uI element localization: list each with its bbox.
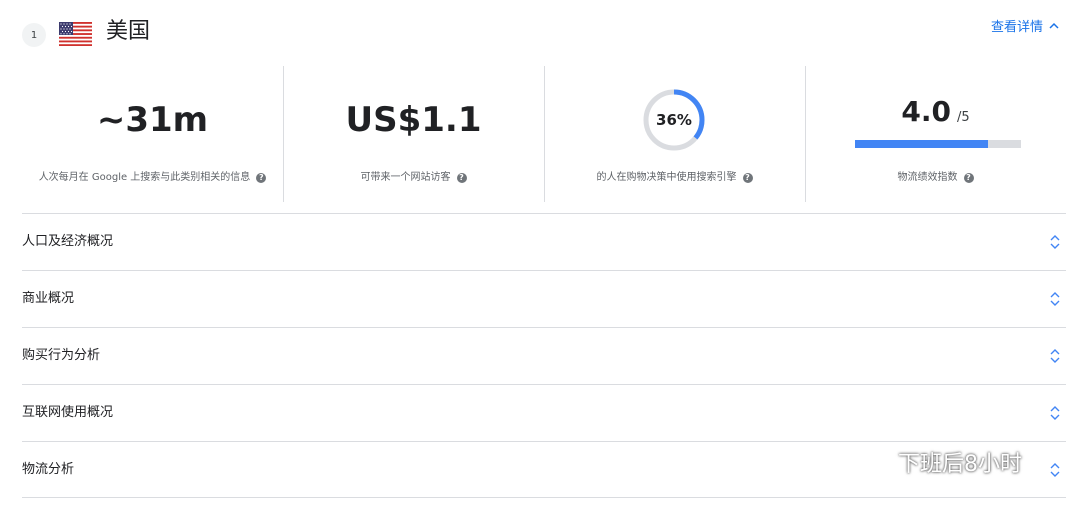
section-title: 物流分析: [22, 462, 75, 477]
stat-label-text: 的人在购物决策中使用搜索引擎: [596, 172, 737, 183]
stat-monthly-searches: ~31m 人次每月在 Google 上搜索与此类别相关的信息 ?: [22, 66, 283, 202]
expand-icon: [1050, 292, 1060, 306]
watermark-text: 下班后8小时: [898, 452, 1022, 477]
stat-label-text: 物流绩效指数: [897, 172, 958, 183]
stat-cost-per-visitor: US$1.1 可带来一个网站访客 ?: [283, 66, 544, 202]
section-purchase-behavior[interactable]: 购买行为分析: [22, 327, 1066, 384]
stat-label: 可带来一个网站访客 ?: [283, 171, 544, 185]
score-bar-fill: [855, 140, 988, 148]
section-title: 人口及经济概况: [22, 234, 114, 249]
section-title: 互联网使用概况: [22, 405, 114, 420]
donut-percent: 36%: [656, 111, 692, 129]
stat-label-text: 可带来一个网站访客: [360, 172, 451, 183]
country-name: 美国: [106, 19, 151, 44]
section-internet-usage[interactable]: 互联网使用概况: [22, 384, 1066, 441]
stats-row: ~31m 人次每月在 Google 上搜索与此类别相关的信息 ? US$1.1 …: [22, 66, 1066, 202]
help-icon[interactable]: ?: [742, 173, 753, 183]
section-business[interactable]: 商业概况: [22, 270, 1066, 327]
section-title: 购买行为分析: [22, 348, 101, 363]
stat-search-usage: 36% 的人在购物决策中使用搜索引擎 ?: [544, 66, 805, 202]
section-demographics[interactable]: 人口及经济概况: [22, 213, 1066, 270]
view-details-link[interactable]: 查看详情: [991, 16, 1059, 35]
expand-icon: [1050, 406, 1060, 420]
view-details-label: 查看详情: [990, 20, 1043, 35]
score-max: /5: [956, 110, 970, 125]
stat-value: US$1.1: [345, 100, 482, 140]
stat-label: 的人在购物决策中使用搜索引擎 ?: [544, 171, 805, 185]
score-value: 4.0: [901, 95, 951, 128]
section-title: 商业概况: [22, 291, 75, 306]
chevron-up-icon: [1049, 22, 1059, 29]
stat-label: 物流绩效指数 ?: [805, 171, 1066, 185]
stat-value: ~31m: [96, 100, 209, 140]
us-flag-icon: [59, 22, 92, 46]
expand-icon: [1050, 235, 1060, 249]
help-icon[interactable]: ?: [963, 173, 974, 183]
expand-icon: [1050, 349, 1060, 363]
help-icon[interactable]: ?: [456, 173, 467, 183]
stat-label-text: 人次每月在 Google 上搜索与此类别相关的信息: [38, 172, 251, 183]
watermark: 下班后8小时: [850, 446, 1022, 478]
help-icon[interactable]: ?: [256, 173, 267, 183]
expand-icon: [1050, 463, 1060, 477]
wechat-icon: [851, 447, 890, 476]
stat-logistics-index: 4.0/5 物流绩效指数 ?: [805, 66, 1066, 202]
score: 4.0/5: [805, 94, 1066, 136]
score-bar: [855, 140, 1021, 148]
country-header: 1 美国 查看详情: [0, 0, 1080, 66]
stat-label: 人次每月在 Google 上搜索与此类别相关的信息 ?: [22, 171, 283, 185]
rank-badge: 1: [22, 23, 46, 47]
